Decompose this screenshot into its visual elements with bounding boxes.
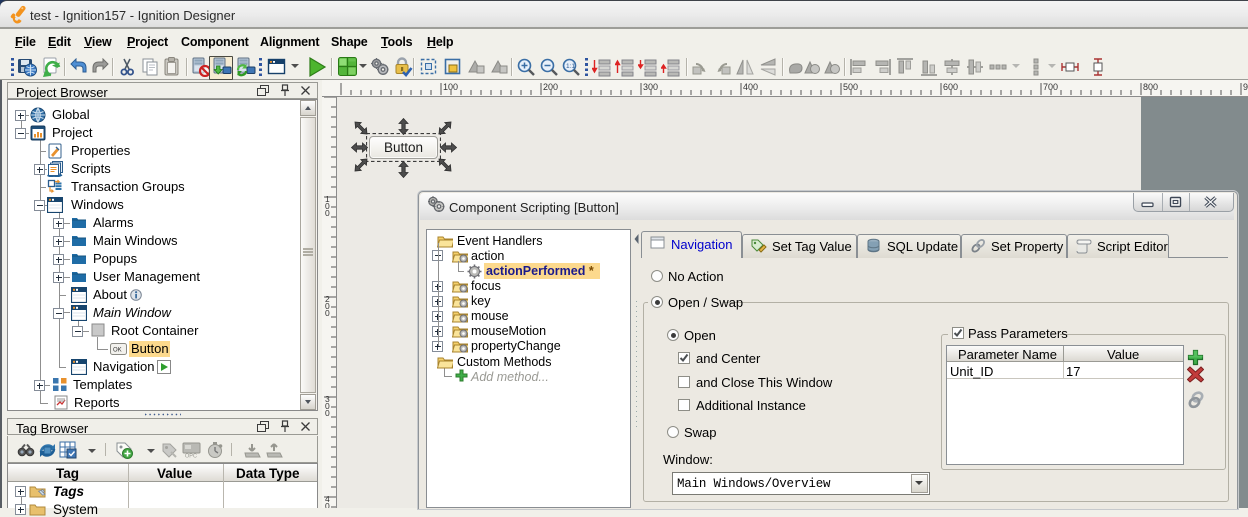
svg-text:700: 700 [1043,82,1058,92]
svg-text:600: 600 [943,82,958,92]
svg-text:500: 500 [843,82,858,92]
svg-text:OK: OK [113,348,122,354]
svg-text:1:1: 1:1 [566,63,575,70]
svg-text:800: 800 [1143,82,1158,92]
svg-text:400: 400 [743,82,758,92]
svg-text:OPC: OPC [185,454,197,460]
svg-text:0: 0 [325,408,330,418]
svg-text:0: 0 [325,208,330,218]
svg-text:200: 200 [543,82,558,92]
svg-text:300: 300 [643,82,658,92]
svg-text:0: 0 [325,308,330,318]
svg-text:100: 100 [443,82,458,92]
svg-text:900: 900 [1243,82,1248,92]
svg-text:0: 0 [325,501,330,508]
